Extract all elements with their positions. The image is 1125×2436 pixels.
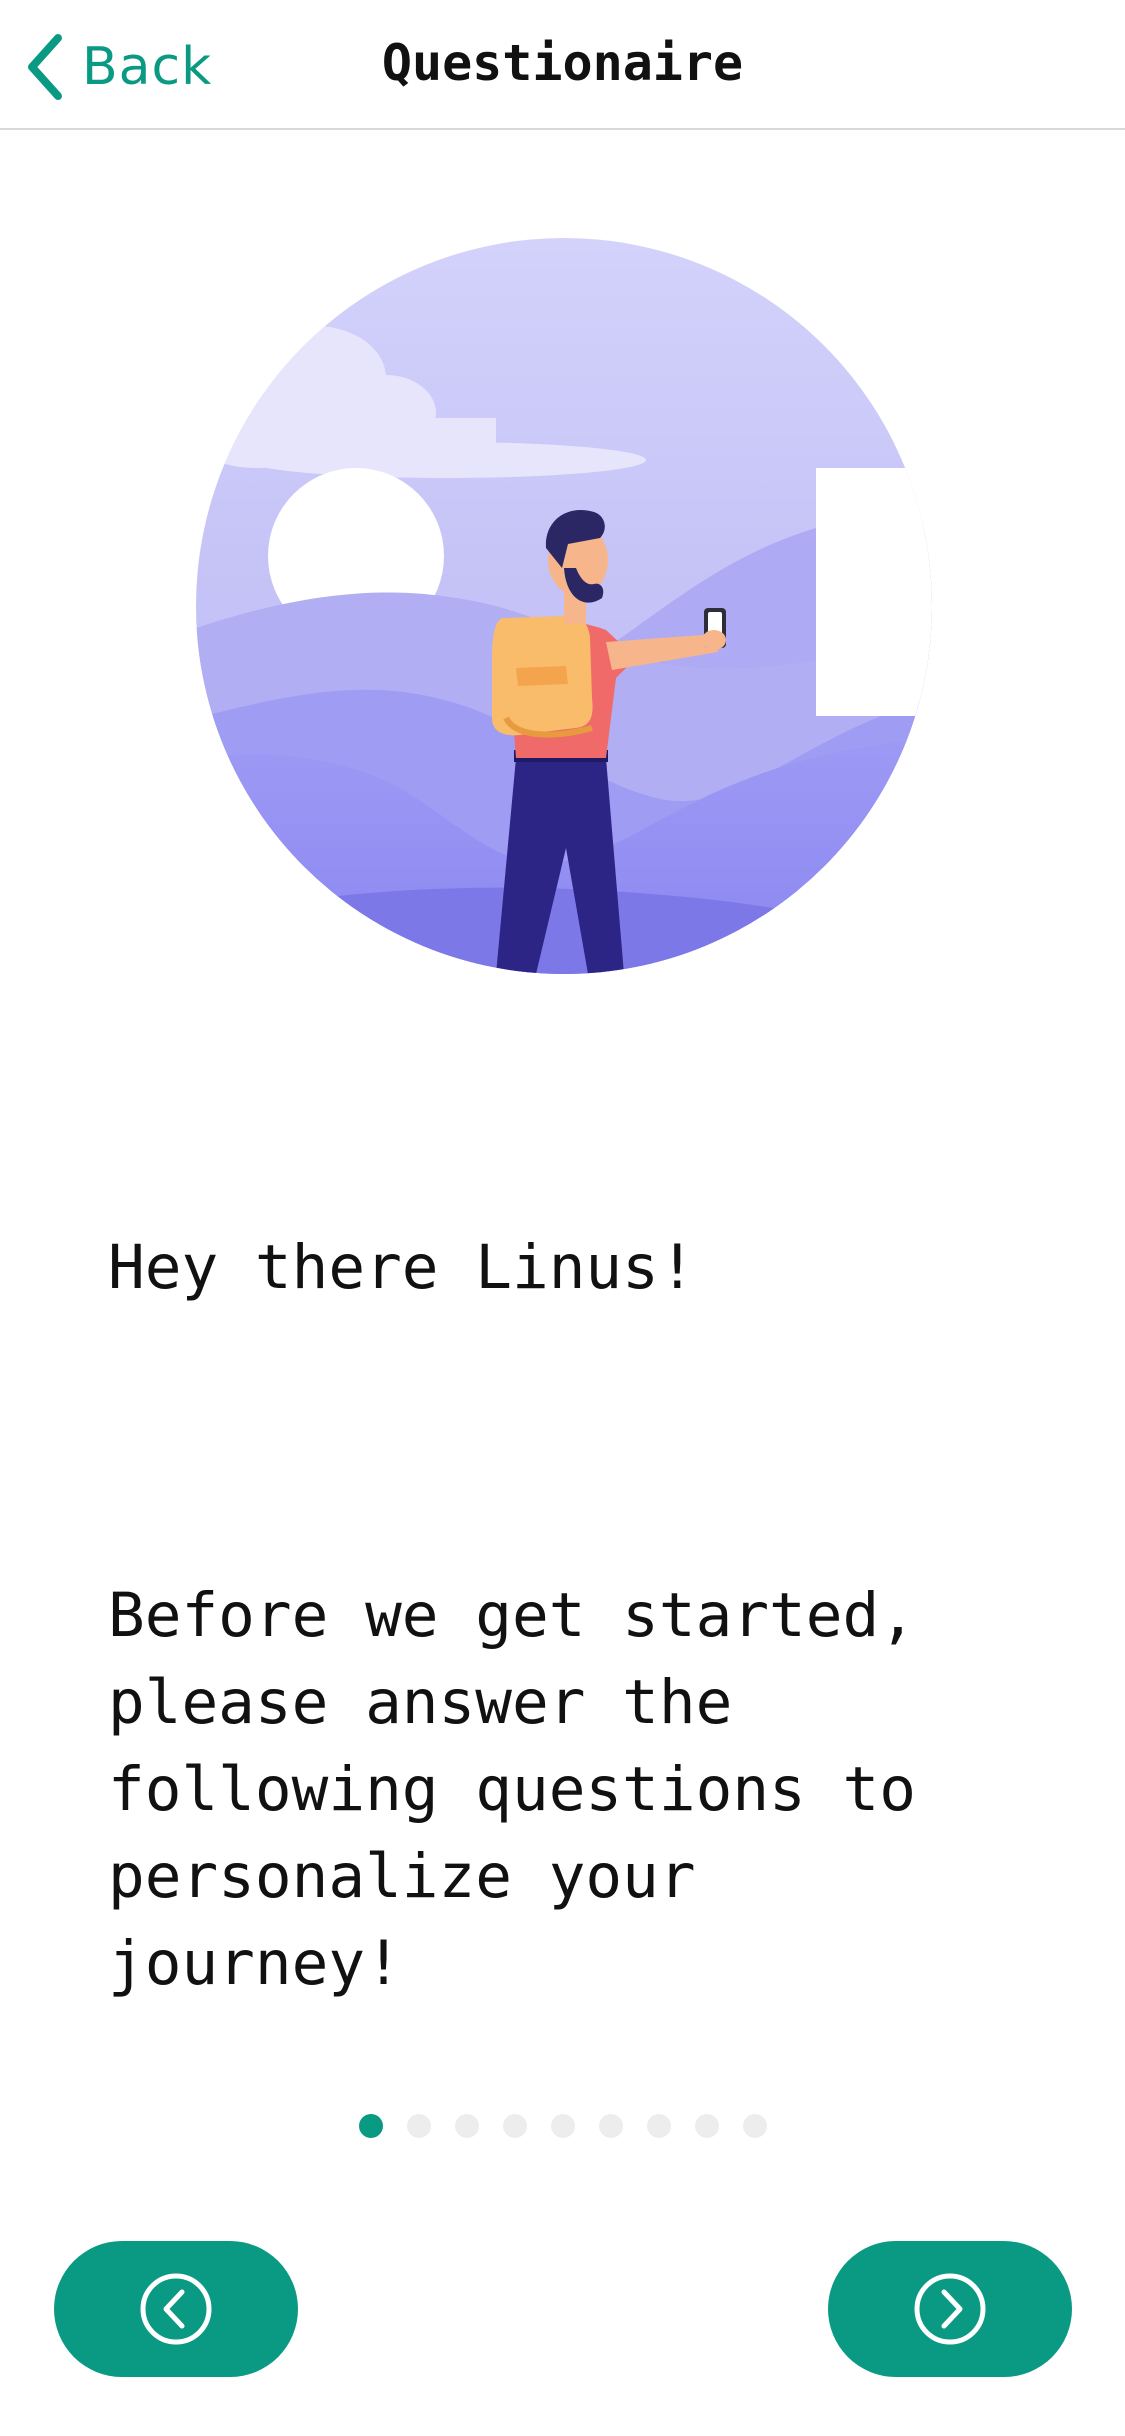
previous-button[interactable]: [54, 2241, 298, 2377]
page-indicator: [0, 2114, 1125, 2138]
page-dot-active[interactable]: [358, 2114, 383, 2138]
greeting-text: Hey there Linus!: [108, 1232, 696, 1303]
page-dot[interactable]: [406, 2114, 431, 2138]
page-title: Questionaire: [381, 34, 744, 92]
hiker-illustration: [196, 238, 932, 974]
page-dot[interactable]: [598, 2114, 623, 2138]
welcome-message: Hey there Linus! Before we get started, …: [108, 1050, 1048, 2094]
page-dot[interactable]: [502, 2114, 527, 2138]
chevron-left-circle-icon: [140, 2273, 212, 2345]
page-dot[interactable]: [646, 2114, 671, 2138]
intro-text: Before we get started, please answer the…: [108, 1580, 916, 1999]
page-dot[interactable]: [742, 2114, 767, 2138]
page-dot[interactable]: [694, 2114, 719, 2138]
chevron-right-circle-icon: [914, 2273, 986, 2345]
page-dot[interactable]: [454, 2114, 479, 2138]
next-button[interactable]: [828, 2241, 1072, 2377]
navigation-bar: Back Questionaire: [0, 0, 1125, 130]
page-dot[interactable]: [550, 2114, 575, 2138]
